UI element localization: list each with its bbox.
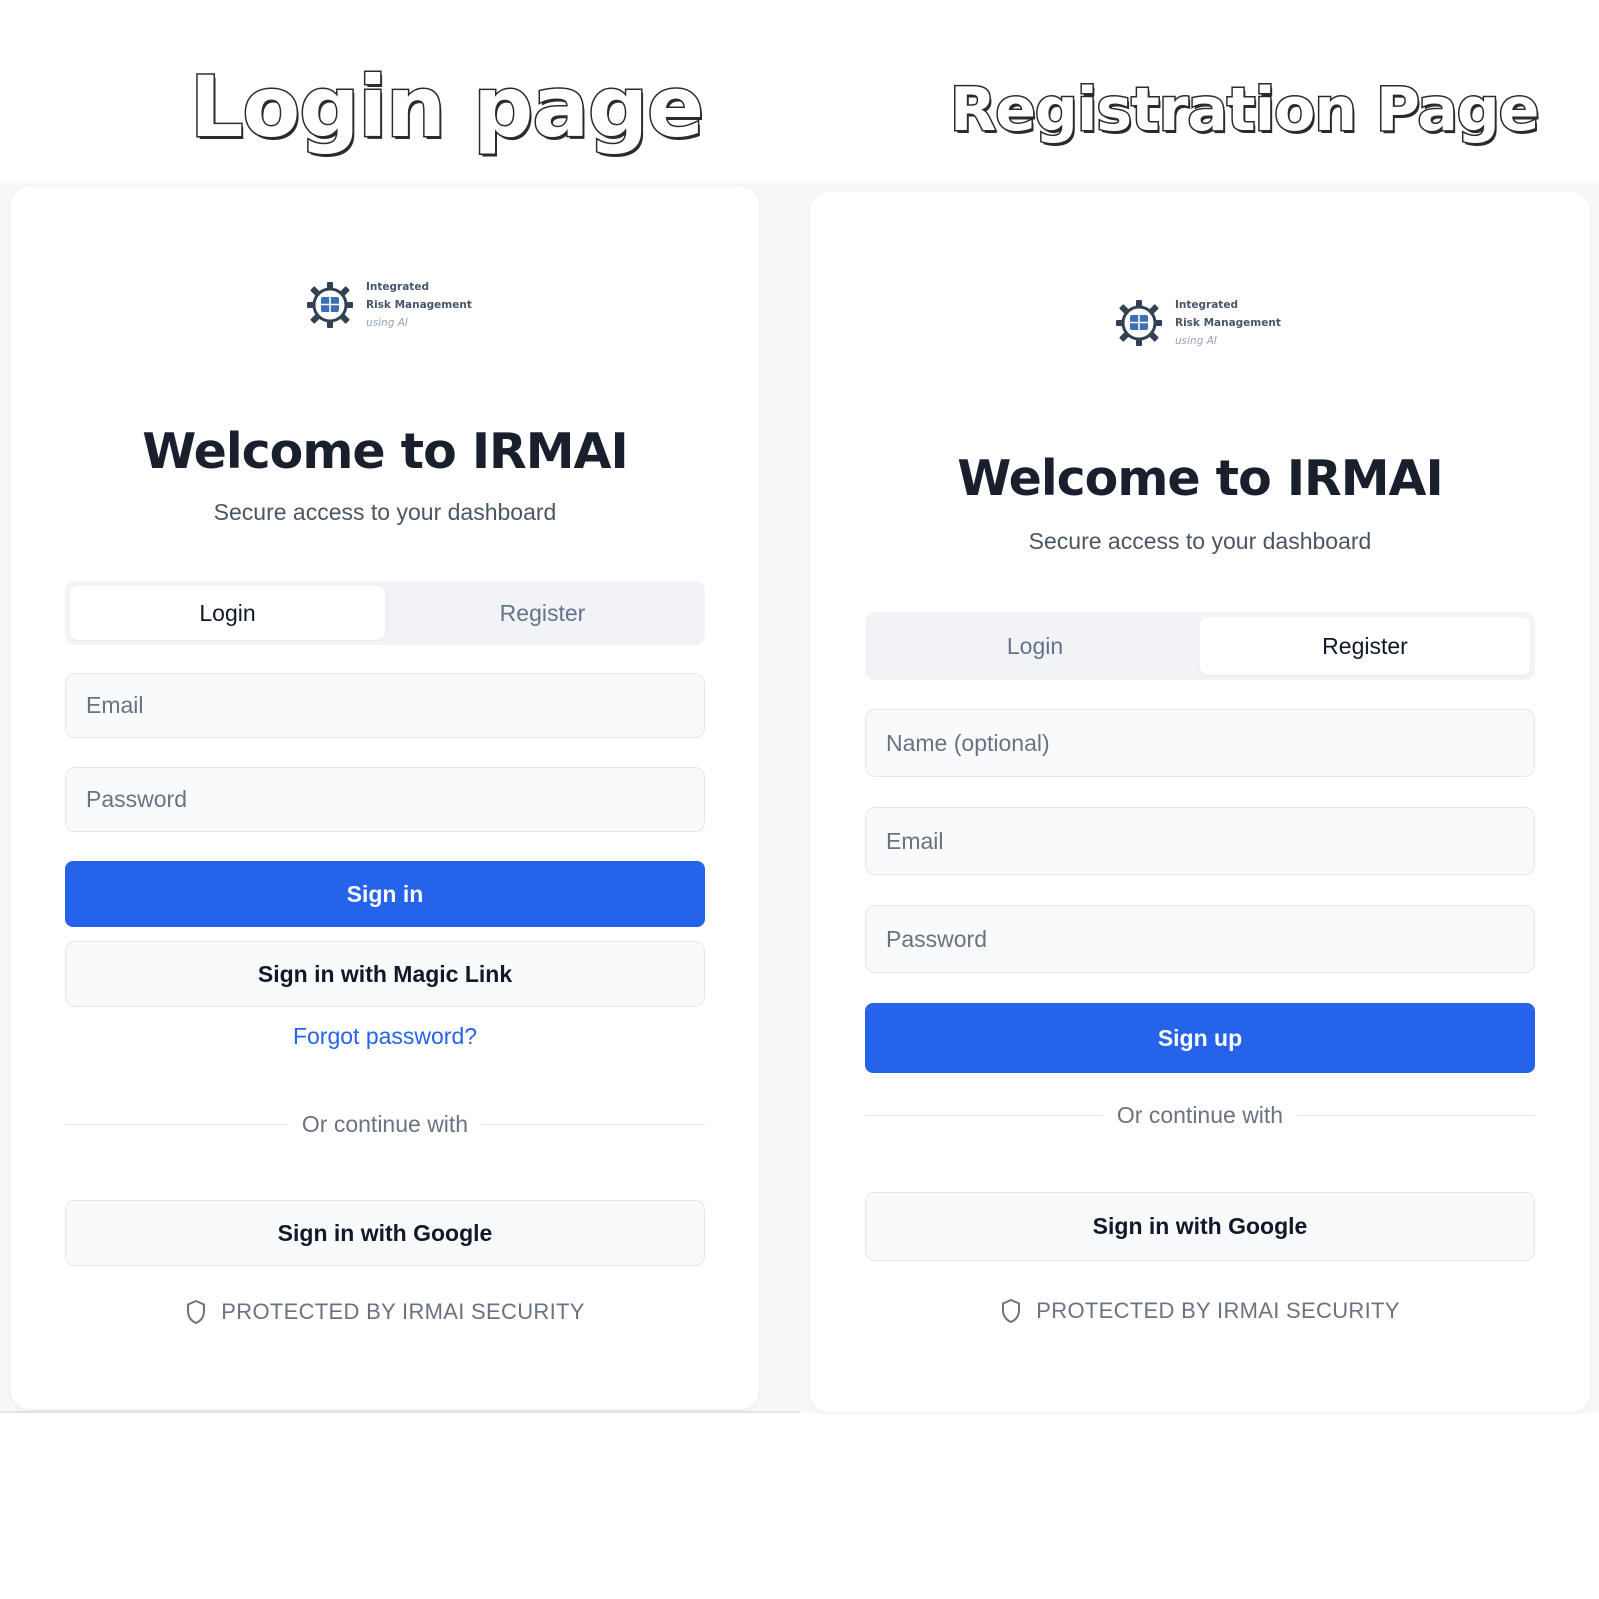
tab-login[interactable]: Login xyxy=(70,586,385,640)
register-card: Integrated Risk Management using AI Welc… xyxy=(810,192,1590,1412)
auth-tabs: Login Register xyxy=(65,581,705,645)
or-continue-divider: Or continue with xyxy=(65,1111,706,1138)
logo-line-3: using AI xyxy=(366,317,408,329)
divider-line-right xyxy=(1297,1114,1536,1117)
email-input[interactable] xyxy=(865,807,1535,875)
irmai-logo: Integrated Risk Management using AI xyxy=(304,279,472,331)
security-footer: PROTECTED BY IRMAI SECURITY xyxy=(810,1298,1590,1324)
logo-wordmark: Integrated Risk Management using AI xyxy=(366,279,472,331)
irmai-logo: Integrated Risk Management using AI xyxy=(1113,297,1281,349)
sign-in-button[interactable]: Sign in xyxy=(65,861,705,927)
footer-label: PROTECTED BY IRMAI SECURITY xyxy=(221,1299,585,1324)
logo-wordmark: Integrated Risk Management using AI xyxy=(1175,297,1281,349)
auth-tabs: Login Register xyxy=(865,612,1535,680)
divider-label: Or continue with xyxy=(1116,1102,1284,1128)
login-card: Integrated Risk Management using AI Welc… xyxy=(11,187,759,1409)
divider-line-left xyxy=(865,1114,1103,1117)
magic-link-button[interactable]: Sign in with Magic Link xyxy=(65,941,705,1007)
forgot-password-link[interactable]: Forgot password? xyxy=(11,1023,759,1050)
google-sign-in-button[interactable]: Sign in with Google xyxy=(865,1192,1535,1261)
divider-line-left xyxy=(65,1123,288,1126)
gear-logo-icon xyxy=(307,282,353,328)
name-input[interactable] xyxy=(865,709,1535,777)
registration-page-heading: Registration Page xyxy=(948,74,1540,147)
shield-icon xyxy=(1002,1299,1021,1323)
page-title: Welcome to IRMAI xyxy=(142,423,628,480)
divider-label: Or continue with xyxy=(301,1111,469,1137)
password-input[interactable] xyxy=(865,905,1535,973)
page-subtitle: Secure access to your dashboard xyxy=(1028,528,1372,554)
page-title: Welcome to IRMAI xyxy=(957,450,1443,507)
google-sign-in-button[interactable]: Sign in with Google xyxy=(65,1200,705,1266)
email-input[interactable] xyxy=(65,673,705,738)
shield-icon xyxy=(187,1300,206,1324)
or-continue-divider: Or continue with xyxy=(865,1102,1536,1129)
footer-label: PROTECTED BY IRMAI SECURITY xyxy=(1036,1298,1400,1323)
tab-register[interactable]: Register xyxy=(1200,617,1530,675)
tab-login[interactable]: Login xyxy=(870,617,1200,675)
login-page-heading: Login page xyxy=(188,57,705,158)
tab-register[interactable]: Register xyxy=(385,586,700,640)
logo-line-3: using AI xyxy=(1175,335,1217,347)
logo-line-2: Risk Management xyxy=(1175,317,1281,329)
security-footer: PROTECTED BY IRMAI SECURITY xyxy=(11,1299,759,1325)
logo-line-1: Integrated xyxy=(1175,299,1238,311)
password-input[interactable] xyxy=(65,767,705,832)
page-subtitle: Secure access to your dashboard xyxy=(213,499,557,525)
logo-line-1: Integrated xyxy=(366,281,429,293)
gear-logo-icon xyxy=(1116,300,1162,346)
divider-line-right xyxy=(482,1123,706,1126)
sign-up-button[interactable]: Sign up xyxy=(865,1003,1535,1073)
logo-line-2: Risk Management xyxy=(366,299,472,311)
